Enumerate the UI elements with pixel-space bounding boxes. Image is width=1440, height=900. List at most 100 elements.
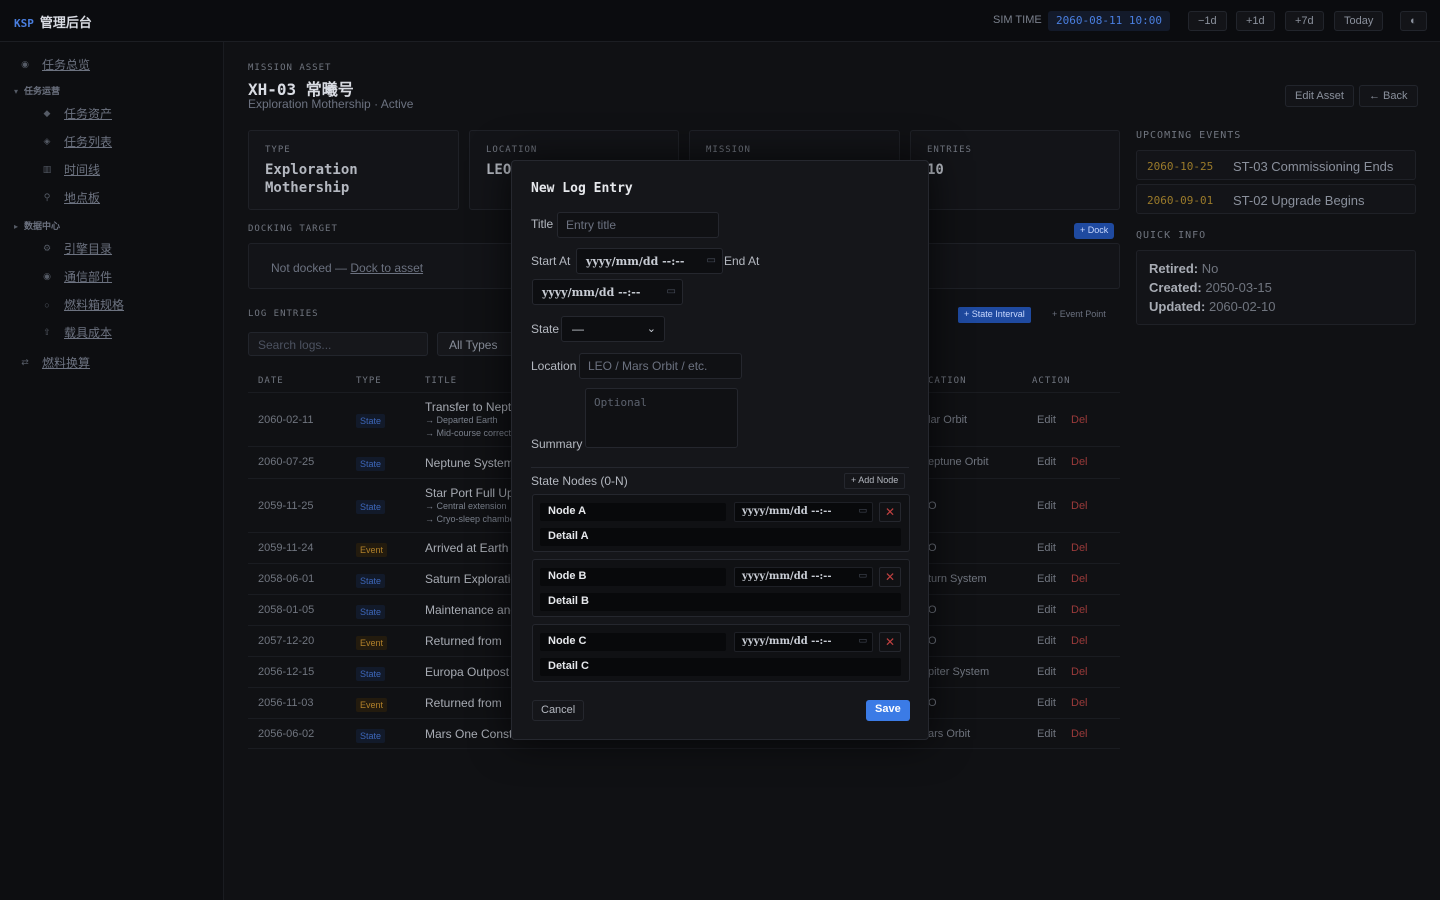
overview-icon: ◉ xyxy=(21,59,29,69)
card-type-value: Exploration Mothership xyxy=(265,162,358,196)
sidebar-item-timeline[interactable]: ▥ 时间线 xyxy=(40,161,100,178)
sidebar-item-locations[interactable]: ⚲ 地点板 xyxy=(40,189,100,206)
sidebar-item-fuel-calc[interactable]: ⇄ 燃料换算 xyxy=(18,354,90,371)
card-type: TYPE Exploration Mothership xyxy=(248,130,459,210)
delete-link[interactable]: Del xyxy=(1071,728,1088,740)
today-button[interactable]: Today xyxy=(1334,11,1384,31)
location-input[interactable]: LEO / Mars Orbit / etc. xyxy=(579,353,742,379)
node-detail-input[interactable]: Detail B xyxy=(540,593,901,611)
top-bar: KSP 管理后台 SIM TIME 2060-08-11 10:00 −1d +1… xyxy=(0,0,1440,42)
log-heading: LOG ENTRIES xyxy=(248,309,319,319)
edit-link[interactable]: Edit xyxy=(1037,728,1056,740)
summary-textarea[interactable]: Optional xyxy=(585,388,738,448)
col-location: CATION xyxy=(928,376,967,386)
edit-link[interactable]: Edit xyxy=(1037,542,1056,554)
sim-time-value: 2060-08-11 10:00 xyxy=(1048,11,1170,31)
add-node-button[interactable]: + Add Node xyxy=(844,473,906,489)
delete-link[interactable]: Del xyxy=(1071,500,1088,512)
edit-link[interactable]: Edit xyxy=(1037,635,1056,647)
col-title: TITLE xyxy=(425,376,458,386)
page-subtitle: Exploration Mothership · Active xyxy=(248,97,414,111)
col-date: DATE xyxy=(258,376,284,386)
dock-button[interactable]: + Dock xyxy=(1074,223,1115,239)
edit-link[interactable]: Edit xyxy=(1037,697,1056,709)
type-badge: State xyxy=(356,500,386,514)
calendar-icon: ▭ xyxy=(666,286,676,297)
sidebar-item-engines[interactable]: ⚙ 引擎目录 xyxy=(40,240,112,257)
add-state-interval-button[interactable]: + State Interval xyxy=(958,307,1031,323)
swap-icon: ⇄ xyxy=(21,357,29,367)
end-at-label: End At xyxy=(724,254,760,268)
new-log-entry-modal: New Log Entry Title Entry title Start At… xyxy=(511,160,929,740)
sidebar-group-data[interactable]: ▸ 数据中心 xyxy=(14,219,60,232)
card-location-value: LEO xyxy=(486,162,512,178)
sidebar-item-missions[interactable]: ◈ 任务列表 xyxy=(40,133,112,150)
summary-label: Summary xyxy=(531,437,583,451)
type-badge: State xyxy=(356,729,386,743)
node-name-input[interactable]: Node B xyxy=(540,568,726,586)
search-logs-input[interactable]: Search logs... xyxy=(248,332,428,356)
sidebar-item-overview[interactable]: ◉ 任务总览 xyxy=(18,56,90,73)
sidebar-item-assets[interactable]: ◆ 任务资产 xyxy=(40,105,112,122)
edit-link[interactable]: Edit xyxy=(1037,666,1056,678)
delete-link[interactable]: Del xyxy=(1071,604,1088,616)
node-name-input[interactable]: Node A xyxy=(540,503,726,521)
delete-link[interactable]: Del xyxy=(1071,414,1088,426)
type-filter-select[interactable]: All Types xyxy=(437,332,517,356)
type-badge: Event xyxy=(356,636,388,650)
upcoming-event[interactable]: 2060-09-01 ST-02 Upgrade Begins xyxy=(1136,184,1416,214)
delete-link[interactable]: Del xyxy=(1071,573,1088,585)
node-date-input[interactable]: yyyy/mm/dd --:-- ▭ xyxy=(734,502,873,522)
type-badge: State xyxy=(356,605,386,619)
edit-link[interactable]: Edit xyxy=(1037,604,1056,616)
quick-info-created: Created: 2050-03-15 xyxy=(1149,280,1272,295)
cancel-button[interactable]: Cancel xyxy=(532,700,585,721)
node-detail-input[interactable]: Detail A xyxy=(540,528,901,546)
delete-link[interactable]: Del xyxy=(1071,542,1088,554)
node-date-input[interactable]: yyyy/mm/dd --:-- ▭ xyxy=(734,567,873,587)
node-name-input[interactable]: Node C xyxy=(540,633,726,651)
mission-icon: ◈ xyxy=(43,136,51,146)
upcoming-event[interactable]: 2060-10-25 ST-03 Commissioning Ends xyxy=(1136,150,1416,180)
remove-node-icon[interactable]: ✕ xyxy=(879,632,901,652)
type-badge: State xyxy=(356,574,386,588)
type-badge: State xyxy=(356,667,386,681)
remove-node-icon[interactable]: ✕ xyxy=(879,567,901,587)
dock-to-asset-link[interactable]: Dock to asset xyxy=(350,261,423,275)
save-button[interactable]: Save xyxy=(866,700,910,721)
sidebar-group-ops[interactable]: ▾ 任务运营 xyxy=(14,84,60,97)
node-detail-input[interactable]: Detail C xyxy=(540,658,901,676)
end-at-input[interactable]: yyyy/mm/dd --:-- ▭ xyxy=(532,279,683,305)
node-date-input[interactable]: yyyy/mm/dd --:-- ▭ xyxy=(734,632,873,652)
antenna-icon: ◉ xyxy=(43,271,51,281)
brand-name: 管理后台 xyxy=(39,15,92,30)
theme-toggle-icon[interactable]: ◐ xyxy=(1400,11,1427,31)
brand[interactable]: KSP 管理后台 xyxy=(14,12,92,31)
edit-link[interactable]: Edit xyxy=(1037,456,1056,468)
edit-asset-button[interactable]: Edit Asset xyxy=(1285,85,1354,107)
remove-node-icon[interactable]: ✕ xyxy=(879,502,901,522)
delete-link[interactable]: Del xyxy=(1071,456,1088,468)
sidebar-item-fuel-tanks[interactable]: ○ 燃料箱规格 xyxy=(40,296,124,313)
delete-link[interactable]: Del xyxy=(1071,666,1088,678)
delete-link[interactable]: Del xyxy=(1071,697,1088,709)
edit-link[interactable]: Edit xyxy=(1037,500,1056,512)
col-type: TYPE xyxy=(356,376,382,386)
modal-title: New Log Entry xyxy=(531,181,633,196)
sidebar-item-vehicle-cost[interactable]: ⇧ 载具成本 xyxy=(40,324,112,341)
edit-link[interactable]: Edit xyxy=(1037,573,1056,585)
add-event-point-button[interactable]: + Event Point xyxy=(1046,307,1112,323)
type-badge: Event xyxy=(356,698,388,712)
type-badge: State xyxy=(356,414,386,428)
title-input[interactable]: Entry title xyxy=(557,212,719,238)
start-at-input[interactable]: yyyy/mm/dd --:-- ▭ xyxy=(576,248,723,274)
chevron-down-icon: ⌄ xyxy=(646,323,656,335)
back-button[interactable]: ← Back xyxy=(1359,85,1418,107)
edit-link[interactable]: Edit xyxy=(1037,414,1056,426)
plus-7d-button[interactable]: +7d xyxy=(1285,11,1324,31)
delete-link[interactable]: Del xyxy=(1071,635,1088,647)
plus-1d-button[interactable]: +1d xyxy=(1236,11,1275,31)
state-select[interactable]: — ⌄ xyxy=(561,316,665,342)
sidebar-item-comms[interactable]: ◉ 通信部件 xyxy=(40,268,112,285)
minus-1d-button[interactable]: −1d xyxy=(1188,11,1227,31)
